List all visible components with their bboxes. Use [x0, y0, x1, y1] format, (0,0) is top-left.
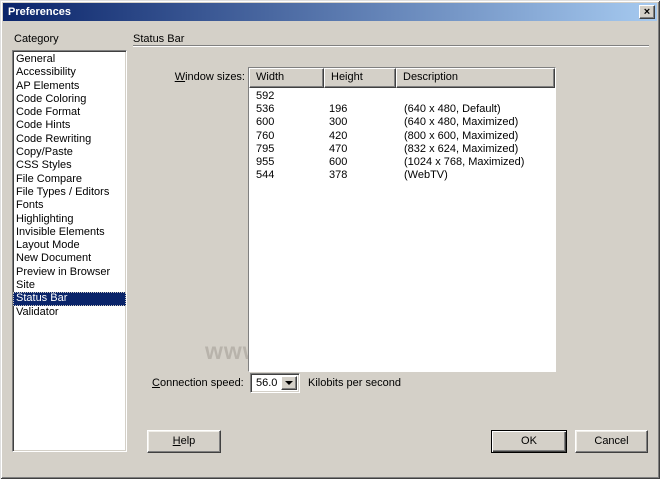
- category-list-item[interactable]: Code Coloring: [13, 93, 126, 106]
- category-item-label: AP Elements: [16, 80, 79, 92]
- connection-speed-value: 56.0: [253, 376, 281, 390]
- cell-description: (WebTV): [396, 169, 555, 182]
- category-item-label: Code Coloring: [16, 93, 86, 105]
- category-list-item[interactable]: Copy/Paste: [13, 146, 126, 159]
- category-item-label: CSS Styles: [16, 159, 72, 171]
- category-item-label: Invisible Elements: [16, 226, 105, 238]
- connection-speed-select[interactable]: 56.0: [250, 373, 300, 393]
- cell-description: (1024 x 768, Maximized): [396, 156, 555, 169]
- category-item-label: Preview in Browser: [16, 266, 110, 278]
- cancel-button[interactable]: Cancel: [575, 430, 648, 453]
- cell-height: 420: [324, 130, 396, 143]
- close-icon: ×: [644, 6, 650, 18]
- ok-button[interactable]: OK: [491, 430, 567, 453]
- chevron-down-icon: [285, 381, 293, 385]
- section-title: Status Bar: [133, 33, 184, 45]
- category-item-label: General: [16, 53, 55, 65]
- category-label: Category: [14, 33, 59, 45]
- cell-description: (800 x 600, Maximized): [396, 130, 555, 143]
- column-header-height[interactable]: Height: [324, 68, 396, 88]
- category-list-item[interactable]: Status Bar: [13, 292, 126, 305]
- category-list-item[interactable]: General: [13, 53, 126, 66]
- category-item-label: Status Bar: [16, 292, 67, 304]
- cell-description: (832 x 624, Maximized): [396, 143, 555, 156]
- cell-height: 300: [324, 116, 396, 129]
- category-list-item[interactable]: File Types / Editors: [13, 186, 126, 199]
- category-list-item[interactable]: New Document: [13, 252, 126, 265]
- cell-width: 600: [249, 116, 324, 129]
- table-row[interactable]: 760 420 (800 x 600, Maximized): [249, 130, 555, 143]
- category-item-label: Code Format: [16, 106, 80, 118]
- connection-speed-unit: Kilobits per second: [308, 377, 401, 389]
- connection-speed-label: Connection speed:: [152, 377, 244, 389]
- cell-width: 955: [249, 156, 324, 169]
- category-item-label: Accessibility: [16, 66, 76, 78]
- dropdown-button[interactable]: [281, 376, 297, 390]
- cell-width: 795: [249, 143, 324, 156]
- column-header-width[interactable]: Width: [249, 68, 324, 88]
- table-body[interactable]: 592 536 196 (640 x 480, Default) 600 300…: [249, 88, 555, 371]
- cell-height: [324, 90, 396, 103]
- cell-height: 196: [324, 103, 396, 116]
- category-list-item[interactable]: Highlighting: [13, 213, 126, 226]
- category-list-item[interactable]: AP Elements: [13, 80, 126, 93]
- table-row[interactable]: 544 378 (WebTV): [249, 169, 555, 182]
- table-row[interactable]: 795 470 (832 x 624, Maximized): [249, 143, 555, 156]
- table-row[interactable]: 955 600 (1024 x 768, Maximized): [249, 156, 555, 169]
- preferences-dialog: Preferences × Category General Accessibi…: [0, 0, 660, 479]
- cell-width: 536: [249, 103, 324, 116]
- category-list-item[interactable]: Fonts: [13, 199, 126, 212]
- category-item-label: Layout Mode: [16, 239, 80, 251]
- category-item-label: File Types / Editors: [16, 186, 109, 198]
- category-item-label: Site: [16, 279, 35, 291]
- table-row[interactable]: 600 300 (640 x 480, Maximized): [249, 116, 555, 129]
- title-bar[interactable]: Preferences: [3, 3, 657, 21]
- cell-description: (640 x 480, Maximized): [396, 116, 555, 129]
- cell-width: 592: [249, 90, 324, 103]
- category-item-label: Validator: [16, 306, 59, 318]
- window-sizes-table: Width Height Description 592 536 196 (64…: [248, 67, 556, 372]
- category-item-label: Copy/Paste: [16, 146, 73, 158]
- category-list-item[interactable]: Invisible Elements: [13, 226, 126, 239]
- category-list-item[interactable]: CSS Styles: [13, 159, 126, 172]
- cell-description: (640 x 480, Default): [396, 103, 555, 116]
- window-sizes-label: Window sizes:: [160, 71, 245, 83]
- cell-width: 544: [249, 169, 324, 182]
- close-button[interactable]: ×: [639, 5, 655, 19]
- category-item-label: Code Hints: [16, 119, 70, 131]
- category-list-item[interactable]: Preview in Browser: [13, 266, 126, 279]
- category-item-label: Highlighting: [16, 213, 73, 225]
- cell-height: 470: [324, 143, 396, 156]
- table-row[interactable]: 592: [249, 90, 555, 103]
- category-list-item[interactable]: Validator: [13, 306, 126, 319]
- category-item-label: Fonts: [16, 199, 44, 211]
- category-item-label: Code Rewriting: [16, 133, 91, 145]
- cell-height: 378: [324, 169, 396, 182]
- category-list-item[interactable]: Code Hints: [13, 119, 126, 132]
- cell-height: 600: [324, 156, 396, 169]
- category-list-item[interactable]: Code Format: [13, 106, 126, 119]
- cell-width: 760: [249, 130, 324, 143]
- table-row[interactable]: 536 196 (640 x 480, Default): [249, 103, 555, 116]
- help-button[interactable]: Help: [147, 430, 221, 453]
- category-list-item[interactable]: Layout Mode: [13, 239, 126, 252]
- category-list-item[interactable]: Site: [13, 279, 126, 292]
- column-header-description[interactable]: Description: [396, 68, 555, 88]
- window-title: Preferences: [8, 6, 71, 18]
- category-list[interactable]: General Accessibility AP Elements Code C…: [12, 50, 127, 452]
- category-item-label: File Compare: [16, 173, 82, 185]
- category-list-item[interactable]: Accessibility: [13, 66, 126, 79]
- cell-description: [396, 90, 555, 103]
- table-header: Width Height Description: [249, 68, 555, 88]
- section-divider: [133, 45, 649, 47]
- category-list-item[interactable]: Code Rewriting: [13, 133, 126, 146]
- category-item-label: New Document: [16, 252, 91, 264]
- category-list-item[interactable]: File Compare: [13, 173, 126, 186]
